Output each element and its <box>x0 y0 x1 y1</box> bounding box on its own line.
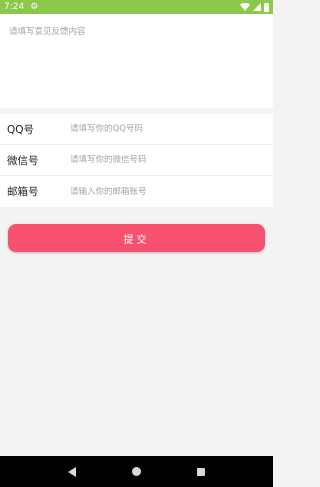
contact-form: QQ号 微信号 邮箱号 <box>0 114 273 207</box>
wechat-input[interactable] <box>70 155 273 165</box>
status-time: 7:24 <box>4 2 25 12</box>
back-icon[interactable] <box>68 466 76 477</box>
home-icon[interactable] <box>132 467 141 476</box>
feedback-screen: 7:24 ⚙ QQ号 微信号 邮箱号 提交 <box>0 0 273 487</box>
email-input[interactable] <box>70 186 273 197</box>
qq-input[interactable] <box>70 124 273 134</box>
email-row: 邮箱号 <box>0 176 273 207</box>
wechat-label: 微信号 <box>7 154 39 167</box>
wechat-row: 微信号 <box>0 145 273 176</box>
wifi-icon <box>240 3 250 11</box>
email-label: 邮箱号 <box>7 186 39 198</box>
feedback-content-input[interactable] <box>0 14 273 108</box>
qq-label: QQ号 <box>7 123 35 136</box>
feedback-area <box>0 14 273 108</box>
battery-icon <box>264 2 269 12</box>
navigation-bar <box>0 456 273 487</box>
recent-apps-icon[interactable] <box>197 467 205 476</box>
settings-gear-icon: ⚙ <box>30 2 39 12</box>
status-indicators <box>240 2 269 12</box>
signal-icon <box>253 3 261 11</box>
qq-row: QQ号 <box>0 114 273 145</box>
status-bar: 7:24 ⚙ <box>0 0 273 14</box>
submit-button[interactable]: 提交 <box>8 224 265 252</box>
